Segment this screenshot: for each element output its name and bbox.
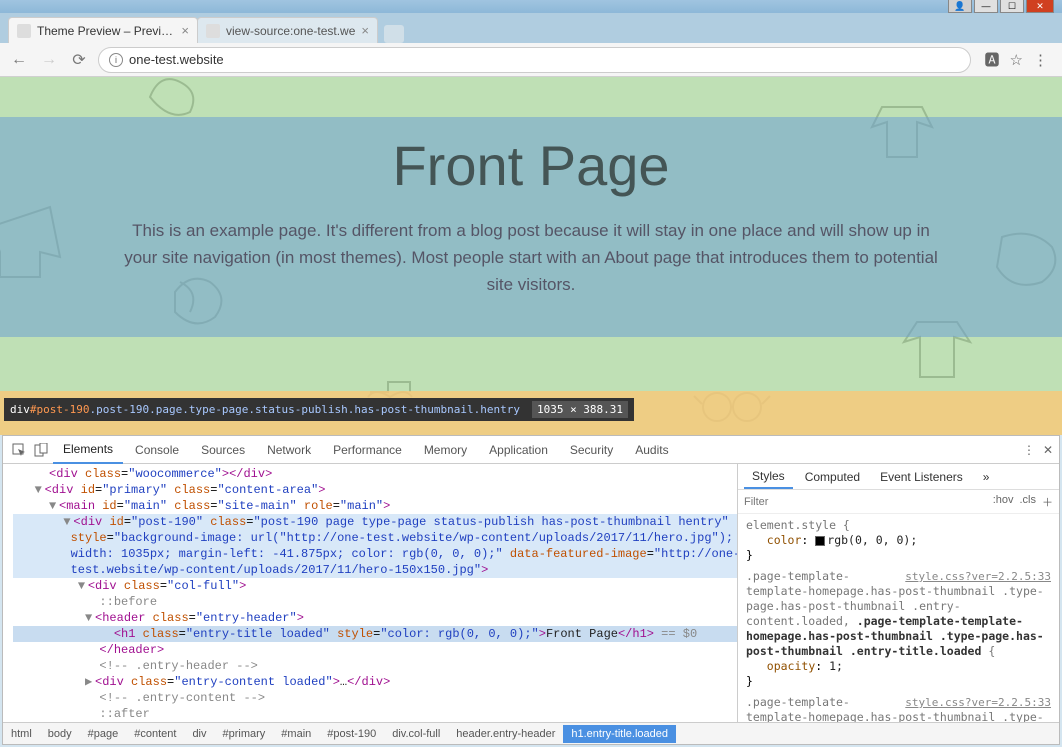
page-title: Front Page bbox=[0, 133, 1062, 198]
star-icon[interactable]: ☆ bbox=[1010, 51, 1023, 69]
tab-close-icon[interactable]: × bbox=[181, 23, 189, 38]
breadcrumb-item[interactable]: #primary bbox=[215, 725, 274, 743]
side-tab-listeners[interactable]: Event Listeners bbox=[872, 466, 971, 488]
breadcrumb-item[interactable]: header.entry-header bbox=[448, 725, 563, 743]
cls-toggle[interactable]: .cls bbox=[1020, 494, 1037, 510]
close-button[interactable]: ✕ bbox=[1026, 0, 1054, 13]
device-toggle-icon[interactable] bbox=[31, 440, 51, 460]
devtools-tab-application[interactable]: Application bbox=[479, 437, 558, 463]
site-info-icon[interactable]: i bbox=[109, 53, 123, 67]
devtools-tab-performance[interactable]: Performance bbox=[323, 437, 412, 463]
styles-pane[interactable]: element.style { color: rgb(0, 0, 0); } s… bbox=[738, 514, 1059, 722]
devtools-tab-audits[interactable]: Audits bbox=[625, 437, 678, 463]
breadcrumb-item[interactable]: #content bbox=[126, 725, 184, 743]
user-icon[interactable]: 👤 bbox=[948, 0, 972, 13]
elements-breadcrumb: html body #page #content div #primary #m… bbox=[3, 722, 1059, 744]
inspect-element-icon[interactable] bbox=[9, 440, 29, 460]
devtools-tab-security[interactable]: Security bbox=[560, 437, 623, 463]
source-link[interactable]: style.css?ver=2.2.5:33 bbox=[905, 569, 1051, 584]
devtools-tab-console[interactable]: Console bbox=[125, 437, 189, 463]
breadcrumb-item[interactable]: #post-190 bbox=[319, 725, 384, 743]
breadcrumb-item[interactable]: #main bbox=[273, 725, 319, 743]
devtools-tab-sources[interactable]: Sources bbox=[191, 437, 255, 463]
url-text: one-test.website bbox=[129, 52, 224, 67]
breadcrumb-item[interactable]: div bbox=[184, 725, 214, 743]
translate-icon[interactable]: 🅰 bbox=[985, 49, 1000, 70]
tab-title: Theme Preview – Preview bbox=[37, 24, 175, 38]
tooltip-dimensions: 1035 × 388.31 bbox=[532, 401, 628, 418]
tab-title: view-source:one-test.we bbox=[226, 24, 355, 38]
breadcrumb-item[interactable]: div.col-full bbox=[384, 725, 448, 743]
maximize-button[interactable]: ☐ bbox=[1000, 0, 1024, 13]
browser-tab-inactive[interactable]: view-source:one-test.we × bbox=[197, 17, 378, 43]
new-tab-button[interactable] bbox=[384, 25, 404, 43]
browser-toolbar: ← → ⟳ i one-test.website 🅰 ☆ ⋮ bbox=[0, 43, 1062, 77]
breadcrumb-item[interactable]: #page bbox=[80, 725, 127, 743]
window-titlebar: 👤 — ☐ ✕ bbox=[0, 0, 1062, 13]
page-viewport: Front Page This is an example page. It's… bbox=[0, 77, 1062, 435]
element-tooltip: div#post-190.post-190.page.type-page.sta… bbox=[4, 398, 634, 421]
add-rule-icon[interactable]: ＋ bbox=[1042, 494, 1053, 510]
favicon-icon bbox=[206, 24, 220, 38]
tab-close-icon[interactable]: × bbox=[361, 23, 369, 38]
browser-tab-active[interactable]: Theme Preview – Preview × bbox=[8, 17, 198, 43]
elements-tree[interactable]: <div class="woocommerce"></div> ▼<div id… bbox=[3, 464, 737, 722]
devtools-panel: Elements Console Sources Network Perform… bbox=[2, 435, 1060, 745]
reload-button[interactable]: ⟳ bbox=[68, 49, 90, 71]
breadcrumb-item[interactable]: html bbox=[3, 725, 40, 743]
breadcrumb-item[interactable]: body bbox=[40, 725, 80, 743]
page-description: This is an example page. It's different … bbox=[120, 217, 942, 299]
devtools-tab-elements[interactable]: Elements bbox=[53, 436, 123, 464]
side-tab-styles[interactable]: Styles bbox=[744, 465, 793, 489]
devtools-tab-memory[interactable]: Memory bbox=[414, 437, 477, 463]
side-tab-computed[interactable]: Computed bbox=[797, 466, 868, 488]
forward-button[interactable]: → bbox=[38, 49, 60, 71]
devtools-tab-network[interactable]: Network bbox=[257, 437, 321, 463]
devtools-menu-icon[interactable]: ⋮ bbox=[1023, 443, 1035, 457]
favicon-icon bbox=[17, 24, 31, 38]
address-bar[interactable]: i one-test.website bbox=[98, 47, 971, 73]
browser-tabstrip: Theme Preview – Preview × view-source:on… bbox=[0, 13, 1062, 43]
side-tab-more-icon[interactable]: » bbox=[975, 466, 998, 488]
devtools-close-icon[interactable]: ✕ bbox=[1043, 443, 1053, 457]
devtools-tabbar: Elements Console Sources Network Perform… bbox=[3, 436, 1059, 464]
styles-sidebar: Styles Computed Event Listeners » :hov .… bbox=[737, 464, 1059, 722]
menu-icon[interactable]: ⋮ bbox=[1033, 51, 1048, 69]
hov-toggle[interactable]: :hov bbox=[993, 494, 1014, 510]
source-link[interactable]: style.css?ver=2.2.5:33 bbox=[905, 695, 1051, 710]
minimize-button[interactable]: — bbox=[974, 0, 998, 13]
back-button[interactable]: ← bbox=[8, 49, 30, 71]
breadcrumb-item-selected[interactable]: h1.entry-title.loaded bbox=[563, 725, 676, 743]
styles-filter-input[interactable] bbox=[744, 496, 993, 508]
